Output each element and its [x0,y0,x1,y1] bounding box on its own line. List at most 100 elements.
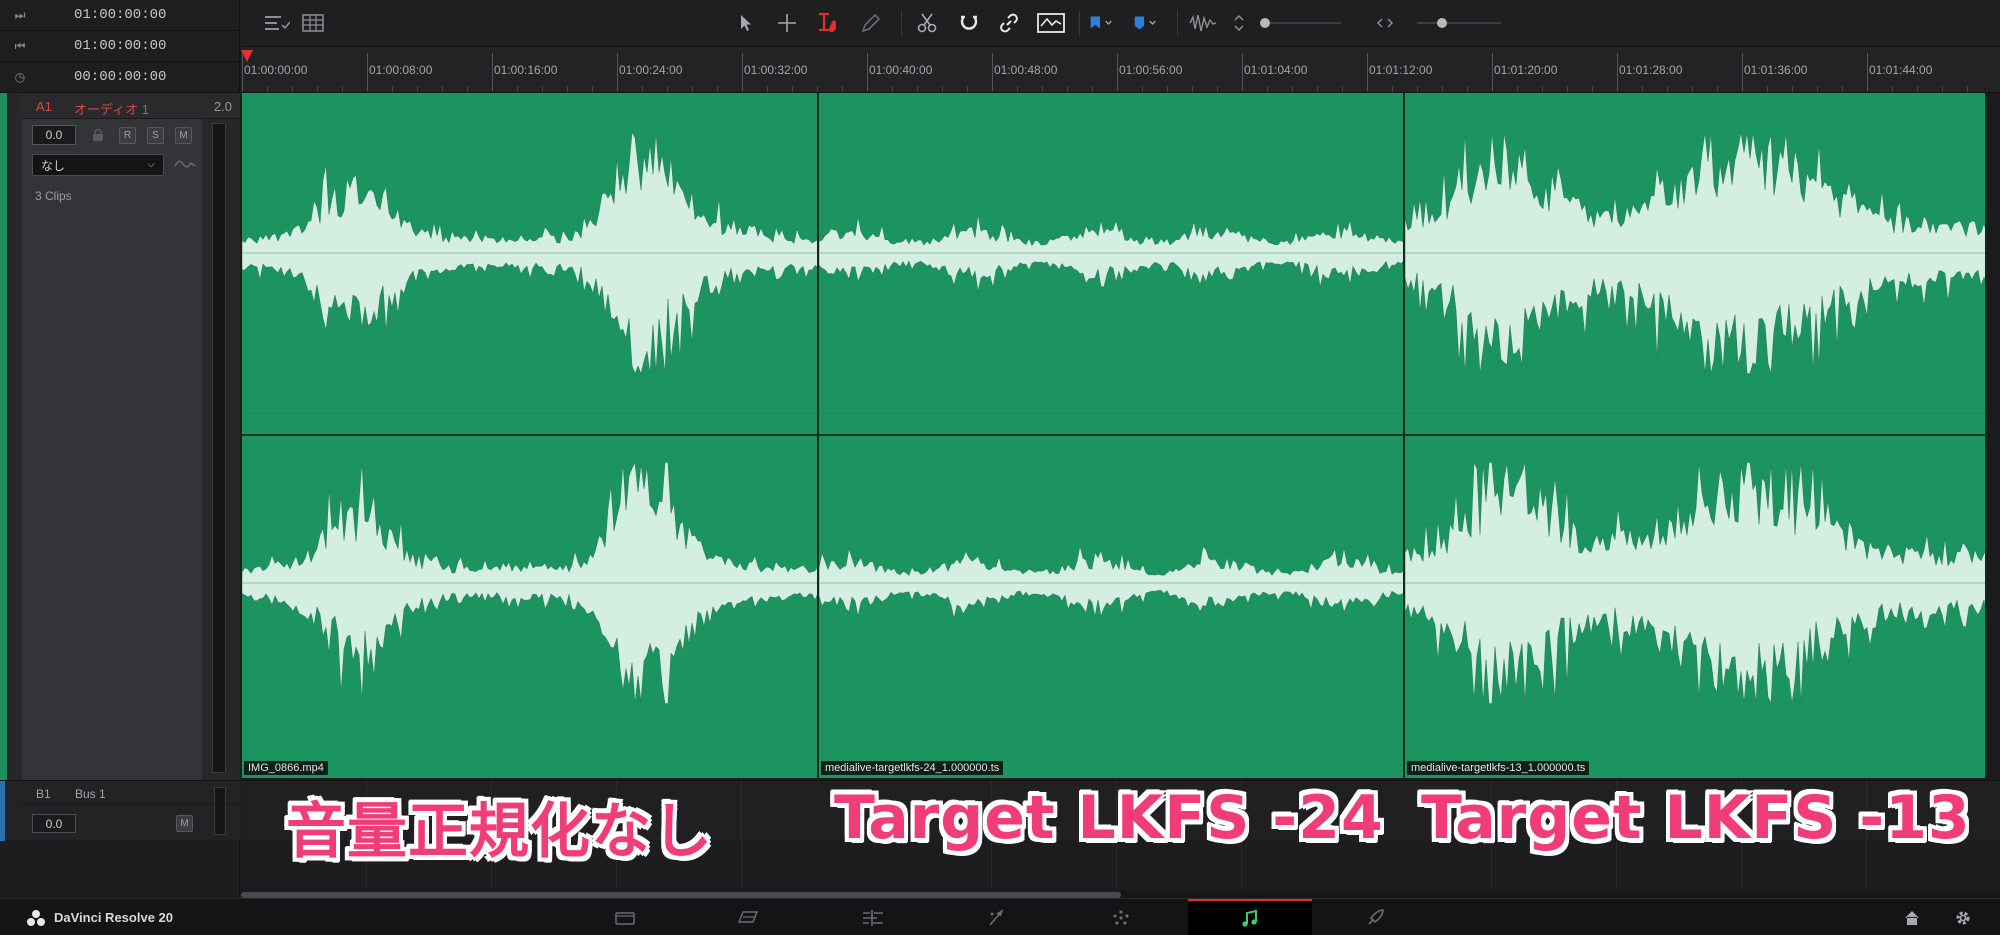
track-options-icon[interactable] [263,10,291,36]
ruler-minor-tick [1567,86,1568,92]
vertical-zoom-slider[interactable] [1265,22,1341,24]
timeline-ruler[interactable]: 01:00:00:00 01:00:08:00 01:00:16:00 01:00:2… [241,47,2000,93]
ruler-minor-tick [317,86,318,92]
ruler-minor-tick [842,86,843,92]
grid-view-icon[interactable] [299,10,327,36]
media-icon[interactable] [563,899,687,935]
edit-selection-icon[interactable] [815,10,843,36]
gear-icon[interactable] [1952,907,1974,929]
mute-button[interactable]: M [175,127,192,144]
ruler-tick [1367,53,1368,91]
bus-mute-button[interactable]: M [176,815,193,832]
caption-target-13: Target LKFS -13 [1421,783,1971,853]
clock-icon: ◷ [14,70,26,84]
ruler-minor-tick [1167,86,1168,92]
track-format: 2.0 [213,99,232,114]
ruler-minor-tick [1192,86,1193,92]
ruler-tick [492,53,493,91]
caption-normalization-off: 音量正規化なし [286,797,713,867]
ruler-tick [367,53,368,91]
range-select-icon[interactable] [773,10,801,36]
fairlight-icon[interactable] [1188,899,1312,935]
ruler-minor-tick [267,86,268,92]
edit-icon[interactable] [811,899,935,935]
ruler-minor-tick [1692,86,1693,92]
track-name[interactable]: オーディオ 1 [74,99,149,118]
grid-line [741,780,742,888]
timeline-tracks[interactable]: IMG_0866.mp4 medialive-targetlkfs-24_1.0… [241,93,2000,897]
track-color-stripe [0,93,7,780]
ruler-minor-tick [1342,86,1343,92]
flag-marker-icon[interactable] [1087,10,1115,36]
audio-clip[interactable]: medialive-targetlkfs-13_1.000000.ts [1404,93,1987,778]
timecode-value: 01:00:00:00 [74,38,167,54]
ruler-minor-tick [1292,86,1293,92]
horizontal-zoom-slider[interactable] [1417,22,1501,24]
lock-icon[interactable] [92,129,104,141]
record-arm-button[interactable]: R [119,127,136,144]
horizontal-zoom-knob[interactable] [1437,18,1447,28]
ruler-tick [1617,53,1618,91]
timecode-row[interactable]: ◷ 00:00:00:00 [0,62,240,93]
track-name[interactable]: Bus 1 [75,787,106,801]
clip-name: medialive-targetlkfs-24_1.000000.ts [821,761,1004,775]
ruler-minor-tick [1392,86,1393,92]
ruler-minor-tick [1417,86,1418,92]
timecode-row[interactable]: ⏭ 01:00:00:00 [0,0,240,31]
ruler-tick [992,53,993,91]
bus-track-header[interactable]: B1 Bus 1 0.0 M [0,780,240,841]
toolbar-separator [901,10,902,36]
audio-clip[interactable]: medialive-targetlkfs-24_1.000000.ts [818,93,1405,778]
horizontal-zoom-icon[interactable] [1371,10,1399,36]
ruler-tick [242,53,243,91]
channel-divider [242,434,817,436]
ruler-tick [867,53,868,91]
track-effect-select[interactable]: なし ⌵ [32,154,164,176]
ruler-minor-tick [1767,86,1768,92]
vertical-zoom-icon[interactable] [1225,10,1253,36]
waveform-zoom-icon[interactable] [1189,10,1217,36]
ruler-minor-tick [1317,86,1318,92]
ruler-tick-label: 01:00:48:00 [994,63,1058,77]
pointer-tool-icon[interactable] [731,10,759,36]
clip-name: medialive-targetlkfs-13_1.000000.ts [1407,761,1590,775]
timecode-value: 01:00:00:00 [74,7,167,23]
bus-level-meter [214,787,226,835]
bus-volume-field[interactable]: 0.0 [32,814,76,833]
channel-separator [242,413,817,414]
solo-button[interactable]: S [147,127,164,144]
ruler-minor-tick [1817,86,1818,92]
ruler-minor-tick [1267,86,1268,92]
pencil-icon[interactable] [857,10,885,36]
deliver-icon[interactable] [1313,899,1437,935]
home-icon[interactable] [1901,907,1923,929]
color-icon[interactable] [1059,899,1183,935]
link-icon[interactable] [995,10,1023,36]
ruler-minor-tick [692,86,693,92]
razor-icon[interactable] [913,10,941,36]
audio-clip[interactable]: IMG_0866.mp4 [241,93,819,778]
cut-icon[interactable] [687,899,811,935]
audio-track-header[interactable]: A1 オーディオ 1 2.0 0.0 R S M なし ⌵ 3 Clips [0,93,240,780]
ruler-minor-tick [1442,86,1443,92]
automation-icon[interactable] [1037,10,1065,36]
timecode-row[interactable]: ⏮ 01:00:00:00 [0,31,240,62]
snapping-icon[interactable] [955,10,983,36]
vertical-zoom-knob[interactable] [1260,18,1270,28]
ruler-tick [1742,53,1743,91]
track-color-stripe [0,781,5,841]
track-title-bar [20,781,240,805]
page-navigation-bar: DaVinci Resolve 20 [0,898,2000,935]
ruler-tick-label: 01:00:32:00 [744,63,808,77]
track-volume-field[interactable]: 0.0 [32,125,76,145]
marker-icon[interactable] [1131,10,1159,36]
ruler-tick-label: 01:01:36:00 [1744,63,1808,77]
ruler-tick-label: 01:01:04:00 [1244,63,1308,77]
channel-separator [1405,413,1985,414]
ruler-tick-label: 01:00:00:00 [244,63,308,77]
automation-curve-icon[interactable] [174,157,196,171]
ruler-minor-tick [1717,86,1718,92]
clip-count: 3 Clips [35,189,72,203]
fusion-icon[interactable] [935,899,1059,935]
ruler-minor-tick [667,86,668,92]
